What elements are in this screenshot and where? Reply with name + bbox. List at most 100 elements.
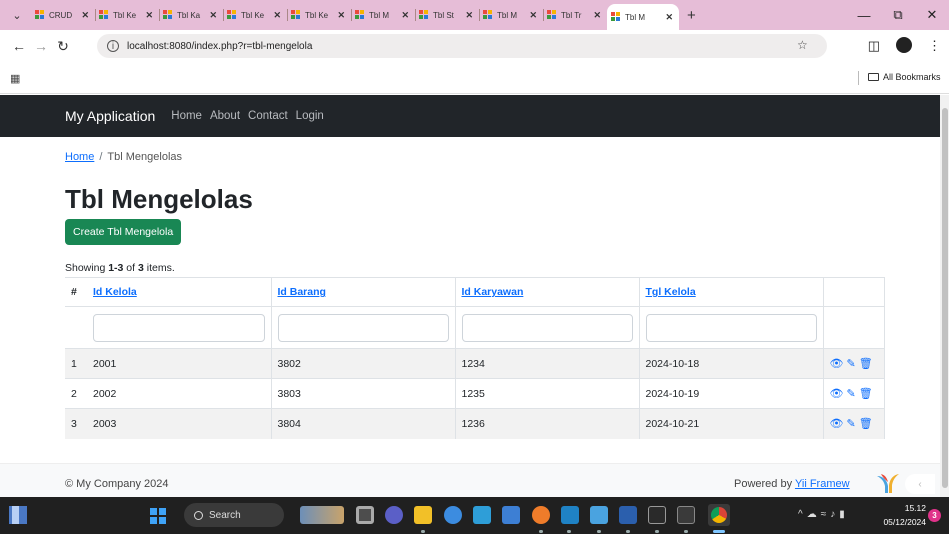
- running-indicator: [421, 530, 425, 533]
- nav-contact[interactable]: Contact: [248, 110, 288, 122]
- view-eye-icon[interactable]: 👁: [830, 357, 844, 370]
- create-tbl-mengelola-button[interactable]: Create Tbl Mengelola: [65, 219, 182, 245]
- taskbar-news-widget-icon[interactable]: [300, 506, 344, 524]
- new-tab-plus-icon[interactable]: +: [687, 7, 696, 24]
- yii-favicon-icon: [99, 10, 109, 20]
- volume-icon[interactable]: ♪: [830, 509, 839, 520]
- tab-search-chevron-icon[interactable]: ⌄: [7, 5, 27, 25]
- browser-tab[interactable]: Tbl M ✕: [351, 3, 415, 27]
- column-header-id-karyawan[interactable]: Id Karyawan: [454, 277, 639, 307]
- all-bookmarks-button[interactable]: All Bookmarks: [868, 72, 941, 82]
- photos-icon[interactable]: [473, 506, 491, 524]
- column-header-id-barang[interactable]: Id Barang: [270, 277, 455, 307]
- windows-start-icon[interactable]: [150, 508, 166, 524]
- word-icon[interactable]: [619, 506, 637, 524]
- powershell-icon[interactable]: [677, 506, 695, 524]
- site-info-icon[interactable]: i: [107, 40, 119, 52]
- browser-menu-icon[interactable]: ⋮: [928, 38, 941, 54]
- wifi-icon[interactable]: ≈: [821, 509, 831, 520]
- page-scrollbar-thumb[interactable]: [942, 108, 948, 488]
- edit-pencil-icon[interactable]: ✎: [846, 357, 855, 370]
- apps-grid-icon[interactable]: ▦: [10, 72, 20, 85]
- browser-tab[interactable]: Tbl St ✕: [415, 3, 479, 27]
- file-explorer-icon[interactable]: [414, 506, 432, 524]
- profile-avatar[interactable]: [896, 36, 912, 56]
- yii-favicon-icon: [35, 10, 45, 20]
- filter-tgl-kelola-input[interactable]: [645, 313, 817, 342]
- cell-tgl-kelola: 2024-10-18: [638, 348, 823, 379]
- chevron-up-icon[interactable]: ^: [798, 509, 807, 520]
- url-input[interactable]: i localhost:8080/index.php?r=tbl-mengelo…: [97, 34, 827, 58]
- tab-close-icon[interactable]: ✕: [529, 10, 537, 21]
- browser-tab[interactable]: CRUD ✕: [31, 3, 95, 27]
- sort-id-karyawan-link[interactable]: Id Karyawan: [462, 286, 524, 298]
- column-header-tgl-kelola[interactable]: Tgl Kelola: [638, 277, 823, 307]
- tab-close-icon[interactable]: ✕: [81, 10, 89, 21]
- sort-id-barang-link[interactable]: Id Barang: [278, 286, 326, 298]
- tab-close-icon[interactable]: ✕: [465, 10, 473, 21]
- tab-close-icon[interactable]: ✕: [665, 12, 673, 23]
- running-indicator: [597, 530, 601, 533]
- tab-close-icon[interactable]: ✕: [145, 10, 153, 21]
- tab-close-icon[interactable]: ✕: [209, 10, 217, 21]
- help-icon[interactable]: [444, 506, 462, 524]
- tab-close-icon[interactable]: ✕: [337, 10, 345, 21]
- filter-id-karyawan-input[interactable]: [461, 313, 633, 342]
- browser-tab[interactable]: Tbl Ke ✕: [287, 3, 351, 27]
- system-tray[interactable]: ^☁≈♪▮: [798, 509, 849, 520]
- filter-id-kelola-input[interactable]: [93, 313, 265, 342]
- chrome-icon[interactable]: [711, 507, 727, 523]
- edit-pencil-icon[interactable]: ✎: [846, 417, 855, 430]
- terminal-icon[interactable]: [648, 506, 666, 524]
- taskbar-clock[interactable]: 15.12 05/12/2024: [876, 501, 926, 529]
- delete-trash-icon[interactable]: 🗑: [859, 417, 873, 430]
- forward-arrow-icon[interactable]: →: [30, 38, 52, 54]
- view-eye-icon[interactable]: 👁: [830, 417, 844, 430]
- extensions-puzzle-icon[interactable]: ◫: [868, 38, 880, 54]
- scroll-left-chevron-icon[interactable]: ‹: [905, 474, 935, 494]
- tab-close-icon[interactable]: ✕: [401, 10, 409, 21]
- column-header-id-kelola[interactable]: Id Kelola: [87, 277, 271, 307]
- browser-tab[interactable]: Tbl Ke ✕: [95, 3, 159, 27]
- notepad-icon[interactable]: [590, 506, 608, 524]
- view-eye-icon[interactable]: 👁: [830, 387, 844, 400]
- tab-close-icon[interactable]: ✕: [273, 10, 281, 21]
- reload-icon[interactable]: ↻: [52, 38, 74, 55]
- restore-icon[interactable]: ⧉: [881, 7, 915, 23]
- back-arrow-icon[interactable]: ←: [8, 38, 30, 54]
- cell-id-kelola: 2001: [87, 348, 271, 379]
- edit-pencil-icon[interactable]: ✎: [846, 387, 855, 400]
- notification-badge[interactable]: 3: [928, 509, 941, 522]
- nav-about[interactable]: About: [210, 110, 240, 122]
- breadcrumb-home[interactable]: Home: [65, 151, 94, 163]
- firefox-icon[interactable]: [532, 506, 550, 524]
- delete-trash-icon[interactable]: 🗑: [859, 357, 873, 370]
- nav-login[interactable]: Login: [296, 110, 324, 122]
- battery-icon[interactable]: ▮: [839, 509, 849, 520]
- mysql-workbench-icon[interactable]: [502, 506, 520, 524]
- browser-tab[interactable]: Tbl M ✕: [479, 3, 543, 27]
- close-window-icon[interactable]: ✕: [915, 7, 949, 23]
- nav-home[interactable]: Home: [171, 110, 202, 122]
- filter-id-barang-input[interactable]: [277, 313, 449, 342]
- widgets-icon[interactable]: [9, 506, 27, 524]
- teams-chat-icon[interactable]: [385, 506, 403, 524]
- cell-id-barang: 3804: [270, 408, 455, 439]
- browser-tab[interactable]: Tbl Tr ✕: [543, 3, 607, 27]
- minimize-icon[interactable]: —: [847, 8, 881, 23]
- taskbar-search[interactable]: Search: [184, 503, 284, 527]
- delete-trash-icon[interactable]: 🗑: [859, 387, 873, 400]
- browser-tab-active[interactable]: Tbl M ✕: [607, 4, 679, 30]
- sort-id-kelola-link[interactable]: Id Kelola: [93, 286, 137, 298]
- page-footer: © My Company 2024 Powered by Yii Framew …: [0, 463, 940, 497]
- browser-tab[interactable]: Tbl Ke ✕: [223, 3, 287, 27]
- tab-close-icon[interactable]: ✕: [593, 10, 601, 21]
- vscode-icon[interactable]: [561, 506, 579, 524]
- cloud-icon[interactable]: ☁: [807, 509, 821, 520]
- browser-tab[interactable]: Tbl Ka ✕: [159, 3, 223, 27]
- bookmark-star-icon[interactable]: ☆: [797, 38, 808, 52]
- sort-tgl-kelola-link[interactable]: Tgl Kelola: [646, 286, 696, 298]
- task-view-icon[interactable]: [356, 506, 374, 524]
- brand-link[interactable]: My Application: [65, 108, 155, 124]
- yii-framework-link[interactable]: Yii Framew: [795, 478, 850, 490]
